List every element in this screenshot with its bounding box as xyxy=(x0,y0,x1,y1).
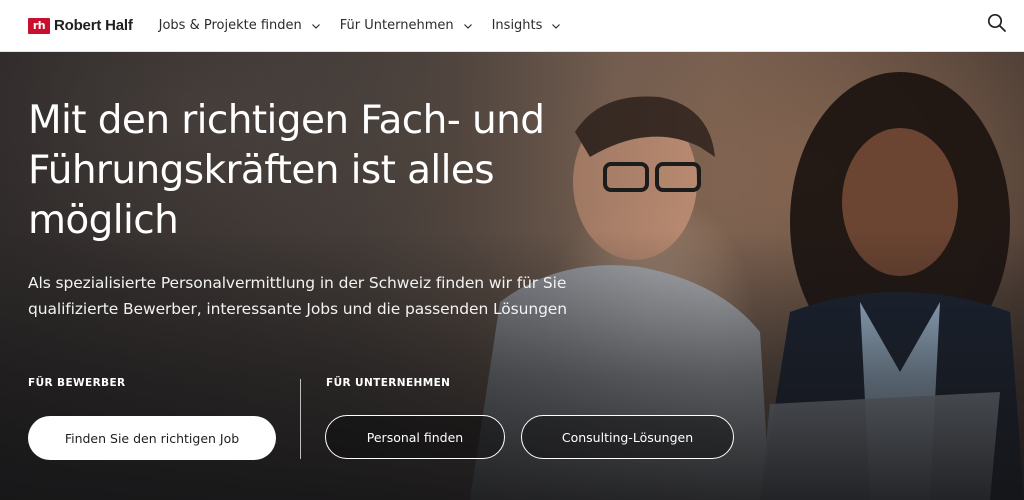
nav-fuer-unternehmen[interactable]: Für Unternehmen xyxy=(340,18,473,33)
logo-text: Robert Half xyxy=(54,17,133,34)
main-nav: Jobs & Projekte finden Für Unternehmen I… xyxy=(159,18,581,33)
nav-jobs-projekte[interactable]: Jobs & Projekte finden xyxy=(159,18,321,33)
site-header: rh Robert Half Jobs & Projekte finden Fü… xyxy=(0,0,1024,52)
consulting-loesungen-button[interactable]: Consulting-Lösungen xyxy=(521,415,734,459)
hero-subtitle: Als spezialisierte Personalvermittlung i… xyxy=(28,274,567,318)
hero-title: Mit den richtigen Fach- und Führungskräf… xyxy=(28,98,545,243)
personal-finden-button[interactable]: Personal finden xyxy=(325,415,505,459)
label-fuer-bewerber: FÜR BEWERBER xyxy=(28,377,126,389)
find-job-button[interactable]: Finden Sie den richtigen Job xyxy=(28,416,276,460)
robert-half-logo[interactable]: rh Robert Half xyxy=(28,17,133,34)
hero-banner: Mit den richtigen Fach- und Führungskräf… xyxy=(0,52,1024,500)
nav-insights[interactable]: Insights xyxy=(492,18,562,33)
nav-label: Insights xyxy=(491,18,543,33)
section-divider xyxy=(300,379,301,459)
chevron-down-icon xyxy=(311,23,320,29)
nav-label: Für Unternehmen xyxy=(339,18,454,33)
chevron-down-icon xyxy=(463,23,472,29)
label-fuer-unternehmen: FÜR UNTERNEHMEN xyxy=(326,377,451,389)
nav-label: Jobs & Projekte finden xyxy=(158,18,302,33)
chevron-down-icon xyxy=(552,23,561,29)
logo-mark: rh xyxy=(28,17,50,34)
search-icon[interactable] xyxy=(986,12,1008,34)
